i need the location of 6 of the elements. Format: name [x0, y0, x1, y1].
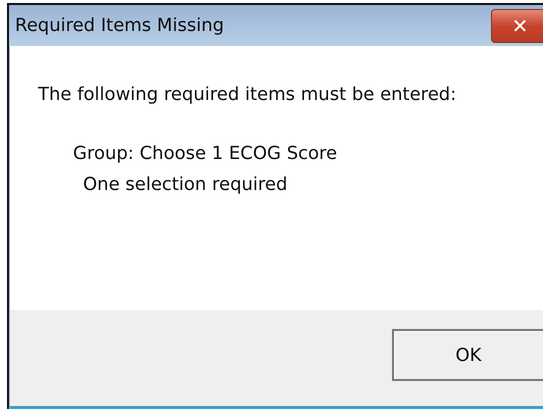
group-label: Group: Choose 1 ECOG Score — [73, 142, 338, 166]
close-button[interactable]: ✕ — [491, 8, 543, 42]
ok-button[interactable]: OK — [392, 329, 543, 381]
window-title: Required Items Missing — [15, 15, 224, 36]
message-text: The following required items must be entered: — [38, 84, 458, 105]
requirement-text: One selection required — [83, 173, 288, 197]
